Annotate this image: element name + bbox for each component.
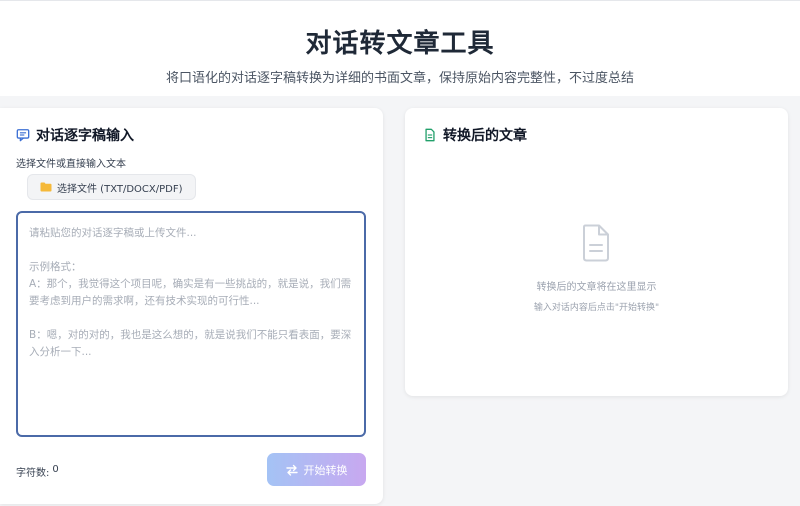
chat-icon [16,129,30,142]
page-title: 对话转文章工具 [305,29,495,59]
char-count: 字符数: 0 [16,464,59,479]
page-subtitle: 将口语化的对话逐字稿转换为详细的书面文章，保持原始内容完整性，不过度总结 [165,71,634,86]
input-panel-title: 对话逐字稿输入 [36,128,134,144]
char-count-value: 0 [52,464,59,475]
transcript-input[interactable] [16,211,366,437]
output-panel-header: 转换后的文章 [423,125,527,145]
input-panel: 对话逐字稿输入 选择文件或直接输入文本 选择文件 (TXT/DOCX/PDF) … [0,108,383,504]
document-icon [425,128,435,142]
output-panel-title: 转换后的文章 [443,128,527,144]
empty-document-icon [583,224,609,262]
output-panel: 转换后的文章 转换后的文章将在这里显示 输入对话内容后点击"开始转换" [405,108,788,396]
swap-icon [285,464,298,476]
empty-state-message: 转换后的文章将在这里显示 [536,282,657,293]
input-panel-header: 对话逐字稿输入 [16,125,134,145]
start-convert-label: 开始转换 [303,463,348,477]
page-header: 对话转文章工具 将口语化的对话逐字稿转换为详细的书面文章，保持原始内容完整性，不… [0,0,800,96]
input-hint: 选择文件或直接输入文本 [16,159,126,170]
choose-file-label: 选择文件 (TXT/DOCX/PDF) [57,183,183,195]
choose-file-button[interactable]: 选择文件 (TXT/DOCX/PDF) [27,174,196,200]
char-count-label: 字符数: [16,468,50,479]
folder-icon [40,182,52,192]
start-convert-button[interactable]: 开始转换 [267,453,366,486]
empty-state-hint: 输入对话内容后点击"开始转换" [533,303,660,313]
